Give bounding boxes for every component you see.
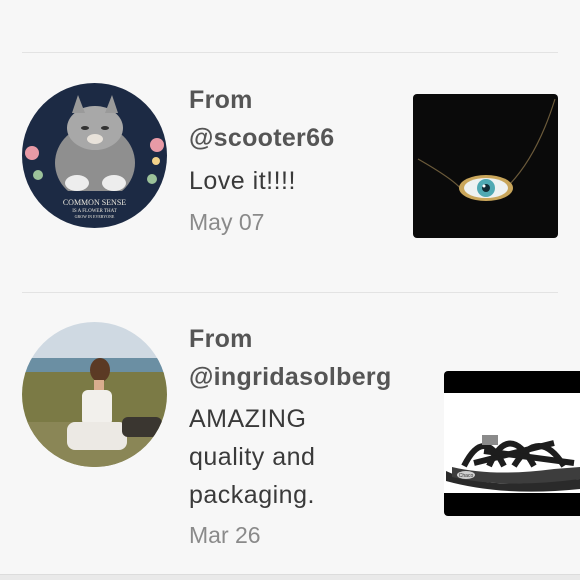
evil-eye-necklace-photo-icon (413, 94, 558, 238)
from-label: From (189, 86, 253, 114)
sandal-photo-icon: Chaco (444, 371, 580, 516)
review-date: May 07 (189, 209, 265, 235)
review-text: From @ingridasolberg AMAZING quality and… (189, 320, 414, 552)
bottom-edge (0, 574, 580, 580)
beach-person-photo-icon (22, 322, 167, 467)
avatar-caption-line-3: GROW IN EVERYONE (74, 214, 115, 219)
review-text: From @scooter66 Love it!!!! May 07 (189, 81, 414, 239)
from-label: From (189, 325, 253, 353)
username-link[interactable]: @ingridasolberg (189, 358, 414, 396)
avatar-caption: COMMON SENSE IS A FLOWER THAT GROW IN EV… (22, 199, 167, 219)
username-link[interactable]: @scooter66 (189, 119, 414, 157)
review-message: Love it!!!! (189, 167, 296, 195)
user-avatar[interactable] (22, 322, 167, 467)
review-message: AMAZING quality and packaging. (189, 400, 414, 514)
divider-top (22, 52, 558, 53)
listing-thumbnail[interactable]: Chaco (444, 371, 580, 516)
review-message-line: packaging. (189, 481, 315, 509)
review-message-line: quality and (189, 443, 316, 471)
user-avatar[interactable]: COMMON SENSE IS A FLOWER THAT GROW IN EV… (22, 83, 167, 228)
listing-thumbnail[interactable] (413, 94, 558, 238)
review-date: Mar 26 (189, 522, 261, 548)
divider-middle (22, 292, 558, 293)
review-message-line: AMAZING (189, 405, 307, 433)
avatar-caption-line-1: COMMON SENSE (62, 198, 127, 207)
reviews-screen: COMMON SENSE IS A FLOWER THAT GROW IN EV… (0, 0, 580, 580)
brand-label: Chaco (459, 473, 474, 479)
